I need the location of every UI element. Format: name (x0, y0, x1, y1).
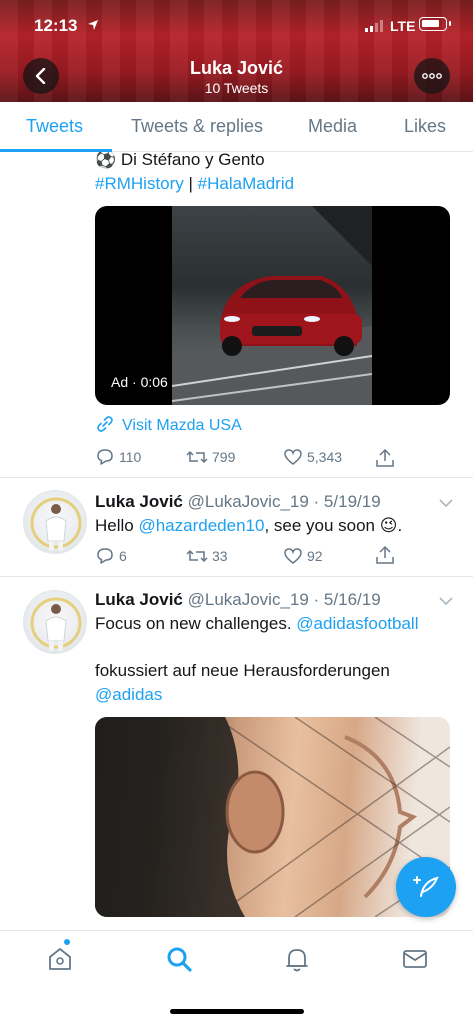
ad-video[interactable]: Ad · 0:06 (95, 206, 450, 405)
share-button[interactable] (375, 545, 399, 565)
author-name: Luka Jović (95, 492, 183, 511)
chevron-down-icon[interactable] (439, 498, 453, 508)
author-handle-date: @LukaJovic_19 · 5/19/19 (187, 492, 381, 511)
retweet-count: 799 (212, 449, 236, 465)
search-icon[interactable] (165, 945, 193, 973)
hashtag-link[interactable]: #HalaMadrid (198, 174, 294, 193)
tweet-text-part: Hello (95, 516, 139, 535)
video-ad-label: Ad · 0:06 (111, 374, 168, 390)
mention-link[interactable]: @hazardeden10 (138, 516, 264, 535)
tweet-count: 10 Tweets (204, 80, 269, 96)
tweet-text-part: , see you soon 😉. (264, 516, 403, 535)
new-content-dot (64, 939, 70, 945)
tweet-divider (0, 576, 473, 577)
author-handle-date: @LukaJovic_19 · 5/16/19 (187, 590, 381, 609)
retweet-icon (186, 450, 208, 464)
notifications-icon[interactable] (283, 945, 311, 973)
reply-icon (97, 449, 113, 465)
tab-likes[interactable]: Likes (404, 116, 446, 137)
status-bar: 12:13 LTE (0, 0, 473, 48)
reply-button[interactable]: 6 (95, 547, 127, 565)
author-name: Luka Jović (95, 590, 183, 609)
ad-tweet-text: ⚽ Di Stéfano y Gento (95, 152, 265, 169)
tweet-text: Focus on new challenges. @adidasfootball (95, 612, 418, 636)
location-arrow-icon (88, 20, 98, 30)
hashtag-link[interactable]: #RMHistory (95, 174, 184, 193)
share-button[interactable] (375, 448, 399, 468)
visit-link-label: Visit Mazda USA (122, 417, 242, 434)
share-icon (376, 448, 394, 467)
like-button[interactable]: 92 (283, 547, 323, 565)
car-illustration (171, 206, 373, 405)
tweet-text-part: Focus on new challenges. (95, 614, 297, 633)
profile-tabs: Tweets Tweets & replies Media Likes (0, 102, 473, 152)
avatar[interactable] (23, 490, 87, 554)
retweet-count: 33 (212, 548, 228, 564)
avatar[interactable] (23, 590, 87, 654)
status-time: 12:13 (34, 16, 78, 35)
like-icon (284, 449, 302, 465)
like-count: 92 (307, 548, 323, 564)
like-count: 5,343 (307, 449, 343, 465)
tweet-text: Hello @hazardeden10, see you soon 😉. (95, 514, 402, 538)
home-icon[interactable] (46, 945, 74, 973)
compose-icon (413, 876, 439, 897)
retweet-button[interactable]: 799 (186, 448, 235, 466)
reply-count: 6 (119, 548, 127, 564)
reply-count: 110 (119, 449, 142, 465)
tweet-text-line: fokussiert auf neue Herausforderungen (95, 661, 390, 680)
retweet-button[interactable]: 33 (186, 547, 228, 565)
link-icon (97, 416, 113, 432)
signal-icon (365, 20, 383, 32)
video-frame (171, 206, 373, 405)
like-icon (284, 548, 302, 564)
reply-button[interactable]: 110 (95, 448, 141, 466)
tweet-feed[interactable]: ⚽ Di Stéfano y Gento #RMHistory | #HalaM… (0, 152, 473, 930)
mention-link[interactable]: @adidasfootball (296, 614, 418, 633)
more-icon (422, 73, 442, 79)
visit-advertiser-link[interactable]: Visit Mazda USA (96, 415, 242, 435)
more-button[interactable] (414, 58, 450, 94)
battery-icon (419, 17, 451, 31)
tab-tweets-replies[interactable]: Tweets & replies (131, 116, 263, 137)
like-button[interactable]: 5,343 (283, 448, 342, 466)
tweet-author[interactable]: Luka Jović @LukaJovic_19 · 5/19/19 (95, 492, 381, 512)
hashtag-separator: | (183, 174, 198, 193)
ad-tweet-hashtags: #RMHistory | #HalaMadrid (95, 172, 294, 196)
tweet-author[interactable]: Luka Jović @LukaJovic_19 · 5/16/19 (95, 590, 381, 610)
avatar-image (30, 597, 82, 651)
tweet-divider (0, 477, 473, 478)
share-icon (376, 545, 394, 564)
compose-tweet-button[interactable] (396, 857, 456, 917)
retweet-icon (186, 549, 208, 563)
profile-header: 12:13 LTE Luka Jović 10 Tweets (0, 0, 473, 102)
home-indicator[interactable] (170, 1009, 304, 1014)
reply-icon (97, 548, 113, 564)
tab-media[interactable]: Media (308, 116, 357, 137)
chevron-down-icon[interactable] (439, 596, 453, 606)
bottom-navigation (0, 930, 473, 1024)
avatar-image (30, 497, 82, 551)
mention-link[interactable]: @adidas (95, 683, 162, 707)
profile-name: Luka Jović (189, 58, 284, 78)
messages-icon[interactable] (401, 945, 429, 973)
network-type: LTE (390, 18, 416, 34)
tab-tweets[interactable]: Tweets (26, 116, 83, 137)
